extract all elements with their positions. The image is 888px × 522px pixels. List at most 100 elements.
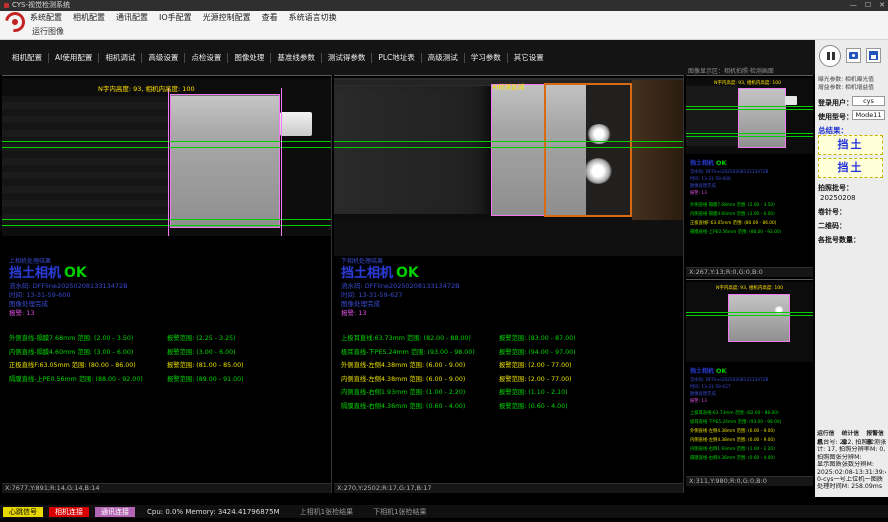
pixel-coords-readout: X:311,Y:980;R:0,G:0,B:0 (686, 476, 813, 486)
alarm-count: 报警: 13 (690, 190, 810, 197)
mini-measurement-list: 上极耳直线:63.73mm 范围: (82.00 - 88.00)极耳直线-下P… (690, 409, 810, 463)
result-title: 挡土相机OK (9, 265, 325, 282)
upper-preview-panel[interactable]: N字内高度: 93, 相机内高度: 100 挡土相机OK 流水码: DFFlin… (686, 75, 813, 277)
login-user-label: 登录用户： (818, 98, 853, 108)
stats-line: 显示图质张数分辨M: (817, 461, 886, 468)
toolbar-tab[interactable]: 基准线参数 (271, 53, 322, 63)
toolbar-tab[interactable]: 高级测试 (422, 53, 465, 63)
batch-count-label: 各批号数量： (818, 235, 860, 245)
measurement-row: 正极直线F:63.05mm 范围: (80.00 - 86.00) 报警范围: … (9, 359, 325, 373)
save-image-button[interactable] (866, 48, 881, 63)
menu-item[interactable]: 系统语言切换 (289, 11, 337, 24)
pause-icon (827, 52, 830, 60)
mini-measurement-row: 内侧直线-左侧4.38mm 范围: (6.00 - 9.00) (690, 436, 810, 445)
measurement-value: 外侧直线-左侧4.38mm 范围: (6.00 - 9.00) (341, 359, 499, 373)
machine-background (334, 220, 683, 256)
toolbar-tab[interactable]: 其它设置 (508, 53, 550, 63)
minimize-button[interactable]: — (850, 0, 857, 11)
mini-measurement-row: 正极直线F:63.05mm 范围: (80.00 - 86.00) (690, 219, 810, 228)
measurement-value: 极耳直线-下PE5.24mm 范围: (93.00 - 98.00) (341, 346, 499, 360)
menu-item[interactable]: IO手配置 (159, 11, 192, 24)
measurement-value: 正极直线F:63.05mm 范围: (80.00 - 86.00) (9, 359, 167, 373)
connector-part (785, 96, 797, 105)
measure-line-green (686, 312, 813, 313)
measurement-alarm-range: 报警范围: (89.00 - 91.00) (167, 373, 244, 387)
measurement-alarm-range: 报警范围: (2.25 - 3.25) (167, 332, 236, 346)
upper-camera-result-text: 上相机1张检结果 (300, 507, 353, 517)
stats-text: 机台号: 222, 拍照检测张数计: 17, 拍照分辨率M: 0,拍照图张分辨M… (817, 439, 886, 491)
measurement-row: 隔膜直线-上PE0.56mm 范围: (88.00 - 92.00) 报警范围:… (9, 373, 325, 387)
toolbar-tab[interactable]: 高级设置 (142, 53, 185, 63)
part-inner-cavity (586, 85, 630, 215)
measurement-row: 内侧直线-左侧4.38mm 范围: (6.00 - 9.00) 报警范围: (2… (341, 373, 676, 387)
lower-camera-result-text: 下相机1张检结果 (373, 507, 426, 517)
capture-time: 时间: 13-31-59-600 (9, 291, 325, 300)
mini-measurement-row: 上极耳直线:63.73mm 范围: (82.00 - 88.00) (690, 409, 810, 418)
mini-measurement-row: 外侧直线-左侧4.38mm 范围: (6.00 - 9.00) (690, 427, 810, 436)
toolbar-tab[interactable]: 相机调试 (99, 53, 142, 63)
camera-connection-badge: 相机连接 (49, 507, 89, 517)
toolbar-tab[interactable]: 点检设置 (185, 53, 228, 63)
machine-structure (334, 86, 491, 214)
close-button[interactable]: ✕ (879, 0, 885, 11)
menu-bar: 系统配置相机配置通讯配置 IO手配置光源控制配置查看系统语言切换 (0, 11, 888, 24)
upper-camera-image[interactable]: N字内高度: 93, 相机内高度: 100 (2, 78, 331, 236)
serial-number: 流水码: DFFline2025020813313472B (690, 377, 810, 384)
toolbar-tab[interactable]: AI使用配置 (49, 53, 99, 63)
menu-item[interactable]: 光源控制配置 (203, 11, 251, 24)
toolbar-tab[interactable]: 学习参数 (465, 53, 508, 63)
lower-preview-panel[interactable]: N字内高度: 93, 相机内高度: 100 挡土相机OK 流水码: DFFlin… (686, 279, 813, 486)
measurement-list: 上极耳直线:63.73mm 范围: (82.00 - 88.00) 报警范围: … (341, 332, 676, 413)
heartbeat-status-badge: 心跳信号 (3, 507, 43, 517)
measurement-value: 内侧直线-隔膜4.60mm 范围: (3.00 - 6.00) (9, 346, 167, 360)
menu-item[interactable]: 查看 (262, 11, 278, 24)
camera-capture-button[interactable] (846, 48, 861, 63)
overlay-annotation: N字内高度: 93, 相机内高度: 100 (716, 285, 783, 291)
maximize-button[interactable]: ☐ (865, 0, 871, 11)
toolbar-tab[interactable]: 测试得参数 (322, 53, 373, 63)
comm-connection-badge: 通讯连接 (95, 507, 135, 517)
result-subtitle: 下相机处理结果 (341, 258, 676, 265)
pause-button[interactable] (819, 45, 841, 67)
menu-item[interactable]: 通讯配置 (116, 11, 148, 24)
measure-line-green (686, 109, 813, 110)
process-status: 图像处理完成 (9, 300, 325, 309)
measurement-alarm-range: 报警范围: (1.10 - 2.10) (499, 386, 568, 400)
toolbar-tab[interactable]: 相机配置 (6, 53, 49, 63)
mini-measurement-row: 内侧直线-隔膜4.60mm 范围: (3.00 - 6.00) (690, 210, 810, 219)
pixel-coords-readout: X:7677,Y:891;R:14,G:14,B:14 (2, 483, 331, 493)
toolbar-tab[interactable]: PLC地址表 (372, 53, 421, 63)
lower-result-text-block: 下相机处理结果 挡土相机OK 流水码: DFFline2025020813313… (341, 258, 676, 413)
lower-camera-image[interactable]: AI检测区域 (334, 78, 683, 256)
alarm-count: 报警: 13 (341, 309, 676, 318)
measure-line-green (334, 141, 683, 142)
stats-line: 0-cys一号上位机一图质 (817, 476, 886, 483)
login-user-select[interactable]: cys (852, 96, 885, 106)
mini-measurement-list: 外侧直线-隔膜7.68mm 范围: (2.00 - 3.50)内侧直线-隔膜4.… (690, 201, 810, 237)
lower-camera-panel: AI检测区域 下相机处理结果 挡土相机OK 流水码: DFFline202502… (334, 75, 684, 493)
menu-item[interactable]: 系统配置 (30, 11, 62, 24)
result-title: 挡土相机OK (341, 265, 676, 282)
detected-part-region (738, 88, 786, 148)
mini-measurement-row: 隔膜直线-上PE0.56mm 范围: (88.00 - 92.00) (690, 228, 810, 237)
logo-dot-icon (11, 18, 19, 26)
result-subtitle: 上相机处理结果 (9, 258, 325, 265)
stats-line: 计: 17, 拍照分辨率M: 0, (817, 446, 886, 453)
lower-preview-image: N字内高度: 93, 相机内高度: 100 (686, 282, 813, 362)
mini-measurement-row: 外侧直线-隔膜7.68mm 范围: (2.00 - 3.50) (690, 201, 810, 210)
toolbar: 相机配置AI使用配置相机调试高级设置点检设置图像处理基准线参数测试得参数PLC地… (0, 40, 815, 75)
measurement-value: 上极耳直线:63.73mm 范围: (82.00 - 88.00) (341, 332, 499, 346)
pixel-coords-readout: X:270,Y:2502;R:17,G:17,B:17 (334, 483, 683, 493)
measure-line-green (686, 133, 813, 134)
result-title: 挡土相机OK (690, 366, 810, 377)
machine-background (2, 96, 170, 228)
toolbar-tab[interactable]: 图像处理 (228, 53, 271, 63)
measure-line-green (686, 315, 813, 316)
capture-time: 时间: 13-31-59-627 (341, 291, 676, 300)
model-select[interactable]: Mode11 (852, 110, 885, 120)
menu-item[interactable]: 相机配置 (73, 11, 105, 24)
upper-camera-panel: N字内高度: 93, 相机内高度: 100 上相机处理结果 挡土相机OK 流水码… (2, 75, 332, 493)
save-icon (869, 51, 878, 60)
qr-code-label: 二维码： (818, 221, 846, 231)
connector-part (280, 112, 312, 136)
